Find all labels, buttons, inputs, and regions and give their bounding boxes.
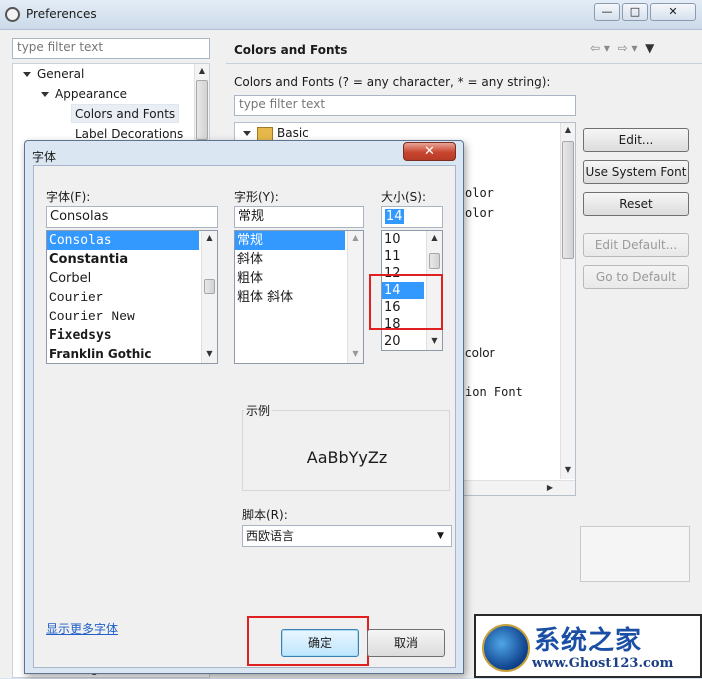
style-option-bold[interactable]: 粗体 xyxy=(235,269,363,288)
style-option-regular[interactable]: 常规 xyxy=(235,231,345,250)
tree-item-colors-and-fonts[interactable]: Colors and Fonts xyxy=(71,104,180,123)
font-list-scrollbar[interactable]: ▲ ▼ xyxy=(201,231,217,363)
folder-icon xyxy=(257,126,273,141)
script-select[interactable]: 西欧语言 ▼ xyxy=(242,525,452,547)
expand-triangle-icon[interactable] xyxy=(23,72,31,77)
scroll-thumb[interactable] xyxy=(562,141,574,259)
watermark: 系统之家 www.Ghost123.com xyxy=(474,614,702,678)
dialog-close-button[interactable]: ✕ xyxy=(403,142,456,161)
scroll-thumb[interactable] xyxy=(204,279,215,294)
watermark-title: 系统之家 xyxy=(534,626,643,656)
window-close-button[interactable]: ✕ xyxy=(650,3,696,21)
font-label: 字体(F): xyxy=(46,190,91,204)
scroll-up-icon[interactable]: ▲ xyxy=(195,64,209,78)
colors-filter-input[interactable]: type filter text xyxy=(234,95,576,116)
script-label: 脚本(R): xyxy=(242,508,288,522)
page-title: Colors and Fonts xyxy=(234,43,348,57)
style-label: 字形(Y): xyxy=(234,190,279,204)
style-option-italic[interactable]: 斜体 xyxy=(235,250,363,269)
show-more-fonts-link[interactable]: 显示更多字体 xyxy=(46,620,118,637)
size-input[interactable]: 14 xyxy=(381,206,443,228)
scroll-down-icon[interactable]: ▼ xyxy=(348,347,363,361)
eclipse-icon xyxy=(5,7,20,22)
scroll-down-icon[interactable]: ▼ xyxy=(427,334,442,348)
watermark-logo-icon xyxy=(482,624,530,672)
font-option-courier[interactable]: Courier xyxy=(47,288,217,307)
peek-text: olor xyxy=(465,206,494,220)
scroll-right-icon[interactable]: ▶ xyxy=(543,481,557,495)
go-to-default-button[interactable]: Go to Default xyxy=(583,265,689,289)
scroll-up-icon[interactable]: ▲ xyxy=(348,231,363,245)
expand-triangle-icon[interactable] xyxy=(41,92,49,97)
cancel-button[interactable]: 取消 xyxy=(367,629,445,657)
font-name-input[interactable]: Consolas xyxy=(46,206,218,228)
font-dialog-body: 字体(F): Consolas Consolas Constantia Corb… xyxy=(33,165,456,668)
edit-button[interactable]: Edit... xyxy=(583,128,689,152)
scroll-up-icon[interactable]: ▲ xyxy=(202,231,217,245)
tree-item-general[interactable]: General xyxy=(23,65,84,84)
dialog-title: 字体 xyxy=(32,150,57,164)
peek-text: olor xyxy=(465,186,494,200)
peek-text: ion Font xyxy=(465,385,523,399)
size-label: 大小(S): xyxy=(381,190,427,204)
colors-scrollbar[interactable]: ▲ ▼ xyxy=(560,123,575,479)
title-separator xyxy=(226,63,702,64)
font-option-constantia[interactable]: Constantia xyxy=(47,250,217,269)
history-nav[interactable]: ⇦ ▾ ⇨ ▾ ▼ xyxy=(590,41,690,57)
peek-text: color xyxy=(465,346,495,360)
font-list: Consolas Constantia Corbel Courier Couri… xyxy=(46,230,218,364)
expand-triangle-icon[interactable] xyxy=(243,131,251,136)
back-dropdown-icon[interactable]: ▾ xyxy=(604,41,610,55)
dropdown-arrow-icon[interactable]: ▼ xyxy=(437,526,444,546)
view-menu-icon[interactable]: ▼ xyxy=(645,41,654,55)
scroll-up-icon[interactable]: ▲ xyxy=(561,123,575,137)
maximize-button[interactable]: □ xyxy=(622,3,648,21)
scroll-thumb[interactable] xyxy=(429,253,440,269)
script-value: 西欧语言 xyxy=(246,529,295,543)
sample-label: 示例 xyxy=(244,402,273,419)
scroll-thumb[interactable] xyxy=(196,80,208,140)
tree-filter-input[interactable]: type filter text xyxy=(12,38,210,59)
forward-dropdown-icon[interactable]: ▾ xyxy=(631,41,637,55)
font-option-courier-new[interactable]: Courier New xyxy=(47,307,217,326)
scroll-down-icon[interactable]: ▼ xyxy=(561,463,575,477)
edit-default-button[interactable]: Edit Default... xyxy=(583,233,689,257)
highlight-box xyxy=(369,274,443,330)
back-arrow-icon[interactable]: ⇦ xyxy=(590,41,600,55)
use-system-font-button[interactable]: Use System Font xyxy=(583,160,689,184)
preview-area xyxy=(580,526,690,582)
size-input-value: 14 xyxy=(385,209,404,224)
minimize-button[interactable]: — xyxy=(594,3,620,21)
font-option-fixedsys[interactable]: Fixedsys xyxy=(47,326,217,345)
watermark-url: www.Ghost123.com xyxy=(532,656,674,671)
sample-group: AaBbYyZz xyxy=(242,410,450,491)
font-option-franklin-gothic[interactable]: Franklin Gothic xyxy=(47,345,217,363)
forward-arrow-icon[interactable]: ⇨ xyxy=(618,41,628,55)
style-list-scrollbar[interactable]: ▲ ▼ xyxy=(347,231,363,363)
font-option-consolas[interactable]: Consolas xyxy=(47,231,199,250)
scroll-down-icon[interactable]: ▼ xyxy=(202,347,217,361)
tree-item-appearance[interactable]: Appearance xyxy=(41,85,127,104)
window-title: Preferences xyxy=(26,7,97,21)
font-option-corbel[interactable]: Corbel xyxy=(47,269,217,288)
sample-text: AaBbYyZz xyxy=(306,448,388,467)
filter-description: Colors and Fonts (? = any character, * =… xyxy=(234,75,551,89)
scroll-up-icon[interactable]: ▲ xyxy=(427,231,442,245)
font-dialog: 字体 ✕ 字体(F): Consolas Consolas Constantia… xyxy=(24,140,464,674)
style-list: 常规 斜体 粗体 粗体 斜体 ▲ ▼ xyxy=(234,230,364,364)
style-input[interactable]: 常规 xyxy=(234,206,364,228)
reset-button[interactable]: Reset xyxy=(583,192,689,216)
ok-button[interactable]: 确定 xyxy=(281,629,359,657)
style-option-bold-italic[interactable]: 粗体 斜体 xyxy=(235,288,363,307)
